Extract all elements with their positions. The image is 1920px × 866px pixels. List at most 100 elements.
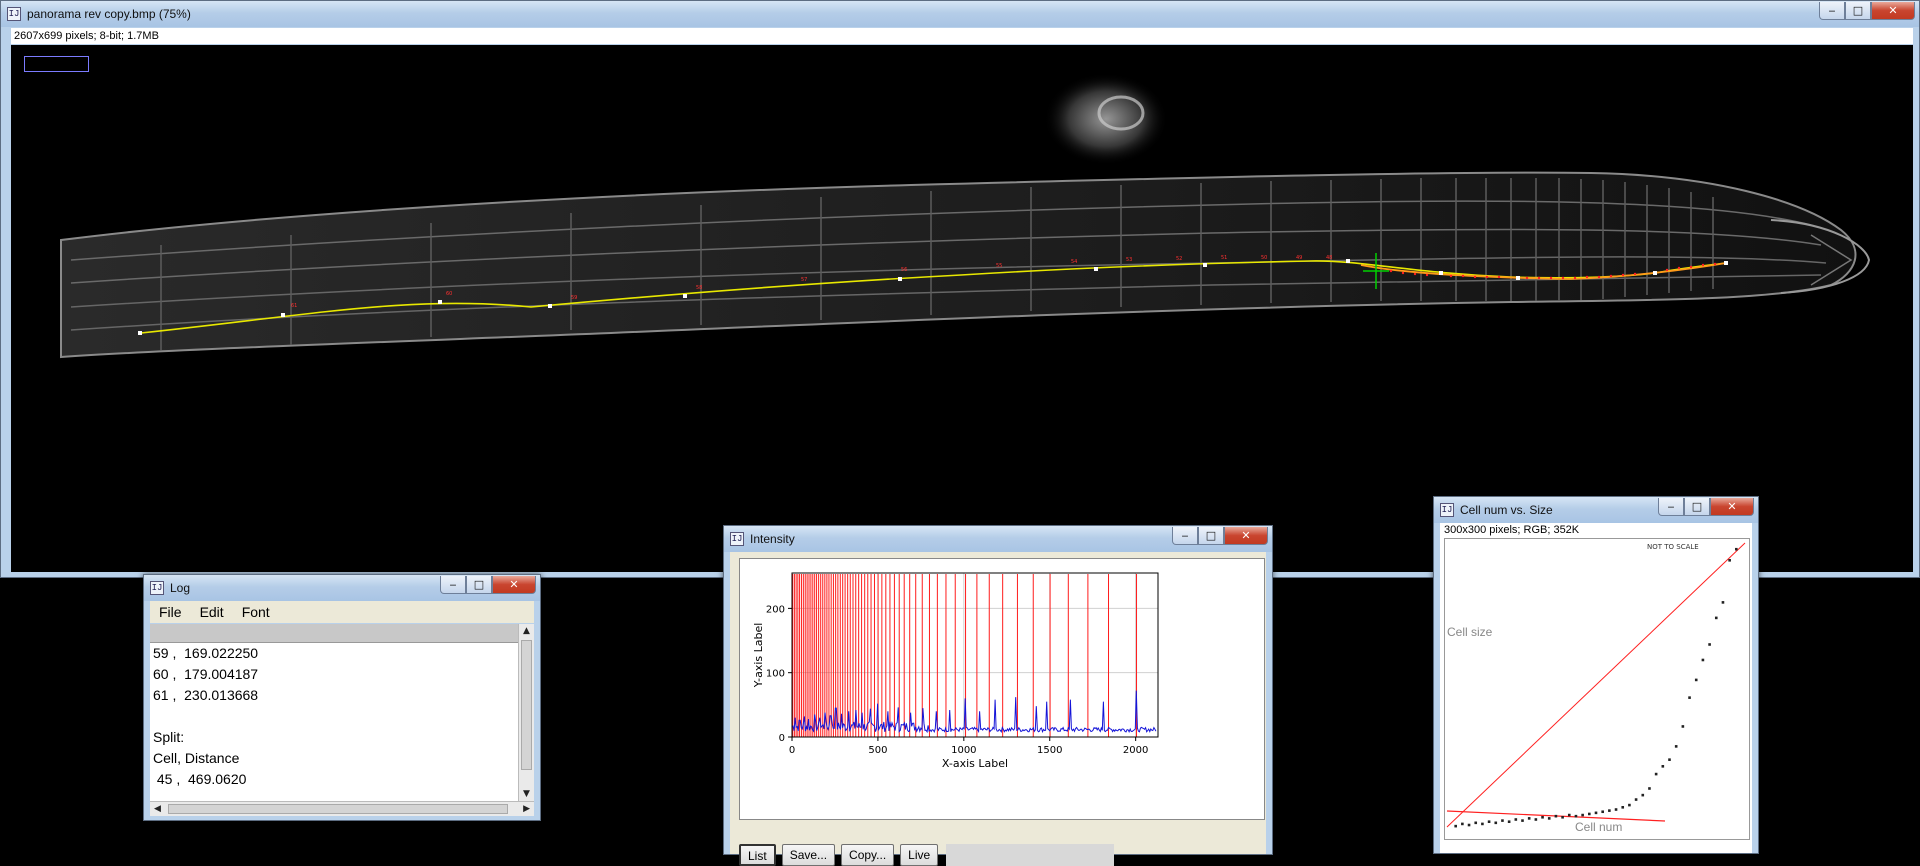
maximize-button[interactable]: □ bbox=[1845, 2, 1871, 20]
scroll-up-icon[interactable]: ▲ bbox=[523, 626, 530, 636]
x-tick-label: 1000 bbox=[951, 745, 976, 756]
minimize-button[interactable]: ‒ bbox=[1819, 2, 1845, 20]
maximize-button[interactable]: □ bbox=[466, 576, 492, 594]
close-button[interactable]: ✕ bbox=[1871, 2, 1915, 20]
log-menubar: File Edit Font bbox=[150, 601, 534, 623]
x-tick-label: 500 bbox=[868, 745, 887, 756]
cell-window-title: Cell num vs. Size bbox=[1460, 503, 1553, 517]
log-horizontal-scrollbar[interactable]: ◀ ▶ bbox=[150, 801, 534, 816]
log-line: 61 , 230.013668 bbox=[153, 687, 259, 703]
scroll-thumb[interactable] bbox=[168, 804, 508, 814]
svg-text:48: 48 bbox=[1326, 255, 1332, 261]
log-line: Split: bbox=[153, 729, 185, 745]
imagej-app-icon: IJ bbox=[730, 532, 744, 546]
scroll-down-icon[interactable]: ▼ bbox=[523, 789, 530, 799]
cell-image-info: 300x300 pixels; RGB; 352K bbox=[1444, 524, 1580, 536]
live-button[interactable]: Live bbox=[900, 844, 939, 866]
log-vertical-scrollbar[interactable]: ▲ ▼ bbox=[518, 624, 534, 801]
scatter-point bbox=[1735, 547, 1738, 551]
y-axis-label: Cell size bbox=[1447, 625, 1493, 639]
scatter-point bbox=[1454, 824, 1457, 828]
not-to-scale-label: NOT TO SCALE bbox=[1647, 543, 1699, 551]
y-tick-label: 200 bbox=[766, 604, 785, 615]
log-line: 59 , 169.022250 bbox=[153, 645, 259, 661]
scatter-point bbox=[1654, 772, 1658, 776]
scatter-point bbox=[1694, 678, 1698, 682]
scatter-point bbox=[1541, 815, 1544, 819]
plot-body: 0 500 1000 1500 2000 0 100 200 X-axis Label Y-axi… bbox=[730, 552, 1266, 866]
close-button[interactable]: ✕ bbox=[1710, 498, 1754, 516]
scatter-point bbox=[1554, 814, 1558, 818]
intensity-plot-window[interactable]: IJ Intensity ‒ □ ✕ 0 500 1000 1500 2000 0 100 2… bbox=[723, 525, 1273, 866]
y-tick-label: 100 bbox=[766, 669, 785, 680]
navigation-rectangle[interactable] bbox=[24, 56, 89, 72]
plot-button-bar: List Save... Copy... Live bbox=[739, 844, 1115, 866]
image-window[interactable]: IJ panorama rev copy.bmp (75%) ‒ □ ✕ 260… bbox=[0, 0, 1920, 578]
scatter-point bbox=[1588, 812, 1591, 816]
save-button[interactable]: Save... bbox=[781, 844, 836, 866]
maximize-button[interactable]: □ bbox=[1198, 527, 1224, 545]
minimize-button[interactable]: ‒ bbox=[440, 576, 466, 594]
close-button[interactable]: ✕ bbox=[1224, 527, 1268, 545]
svg-text:51: 51 bbox=[1221, 255, 1227, 261]
cell-size-window[interactable]: IJ Cell num vs. Size ‒ □ ✕ 300x300 pixel… bbox=[1433, 496, 1759, 854]
log-window-titlebar[interactable]: IJ Log ‒ □ ✕ bbox=[144, 575, 540, 601]
menu-font[interactable]: Font bbox=[233, 604, 279, 620]
menu-edit[interactable]: Edit bbox=[191, 604, 233, 620]
svg-text:58: 58 bbox=[696, 285, 702, 291]
x-tick-label: 1500 bbox=[1037, 745, 1062, 756]
svg-text:54: 54 bbox=[1071, 259, 1077, 265]
log-line: Cell, Distance bbox=[153, 750, 240, 766]
copy-button[interactable]: Copy... bbox=[841, 844, 895, 866]
scatter-point bbox=[1474, 821, 1478, 825]
minimize-button[interactable]: ‒ bbox=[1658, 498, 1684, 516]
svg-text:61: 61 bbox=[291, 303, 297, 309]
intensity-plot[interactable]: 0 500 1000 1500 2000 0 100 200 X-axis Label Y-axi… bbox=[739, 558, 1265, 820]
scatter-point bbox=[1701, 658, 1705, 662]
plot-window-titlebar[interactable]: IJ Intensity ‒ □ ✕ bbox=[724, 526, 1272, 552]
scatter-point bbox=[1521, 819, 1524, 822]
log-window-title: Log bbox=[170, 581, 191, 595]
scatter-point bbox=[1681, 725, 1685, 728]
svg-text:49: 49 bbox=[1296, 255, 1302, 261]
scroll-left-icon[interactable]: ◀ bbox=[154, 804, 161, 814]
scatter-point bbox=[1461, 822, 1464, 826]
desktop: IJ panorama rev copy.bmp (75%) ‒ □ ✕ 260… bbox=[0, 0, 1920, 866]
scatter-point bbox=[1507, 820, 1511, 824]
minimize-button[interactable]: ‒ bbox=[1172, 527, 1198, 545]
scroll-thumb[interactable] bbox=[521, 640, 532, 770]
imagej-app-icon: IJ bbox=[1440, 503, 1454, 517]
scatter-point bbox=[1534, 818, 1538, 821]
image-canvas[interactable]: 61 60 59 58 57 56 55 54 53 52 51 50 49 48 bbox=[11, 45, 1913, 572]
scatter-point bbox=[1728, 558, 1731, 562]
svg-text:52: 52 bbox=[1176, 256, 1182, 262]
scatter-point bbox=[1574, 814, 1578, 818]
maximize-button[interactable]: □ bbox=[1684, 498, 1710, 516]
cell-window-titlebar[interactable]: IJ Cell num vs. Size ‒ □ ✕ bbox=[1434, 497, 1758, 523]
scatter-point bbox=[1601, 810, 1604, 814]
list-button[interactable]: List bbox=[739, 844, 776, 866]
menu-file[interactable]: File bbox=[150, 604, 191, 620]
scatter-point bbox=[1721, 601, 1725, 604]
x-tick-label: 0 bbox=[789, 745, 795, 756]
scatter-point bbox=[1581, 813, 1584, 817]
x-axis-label: Cell num bbox=[1575, 820, 1622, 834]
plot-status-field bbox=[946, 844, 1115, 866]
close-button[interactable]: ✕ bbox=[492, 576, 536, 594]
image-window-titlebar[interactable]: IJ panorama rev copy.bmp (75%) ‒ □ ✕ bbox=[1, 1, 1919, 27]
scatter-point bbox=[1594, 811, 1598, 815]
log-text-area[interactable]: 59 , 169.022250 60 , 179.004187 61 , 230… bbox=[150, 643, 518, 801]
scatter-point bbox=[1641, 793, 1645, 797]
scatter-point bbox=[1527, 817, 1531, 820]
scatter-point bbox=[1608, 809, 1611, 812]
scatter-point bbox=[1688, 696, 1691, 699]
y-axis-label: Y-axis Label bbox=[752, 623, 765, 689]
svg-text:56: 56 bbox=[901, 267, 907, 273]
cell-size-plot[interactable]: NOT TO SCALE Cell size Cell num bbox=[1444, 538, 1750, 840]
scatter-point bbox=[1714, 616, 1718, 620]
log-window[interactable]: IJ Log ‒ □ ✕ File Edit Font 59 , 169.022… bbox=[143, 574, 541, 821]
imagej-app-icon: IJ bbox=[7, 7, 21, 21]
scatter-point bbox=[1648, 787, 1651, 790]
scroll-right-icon[interactable]: ▶ bbox=[523, 804, 530, 814]
scatter-point bbox=[1547, 817, 1551, 820]
